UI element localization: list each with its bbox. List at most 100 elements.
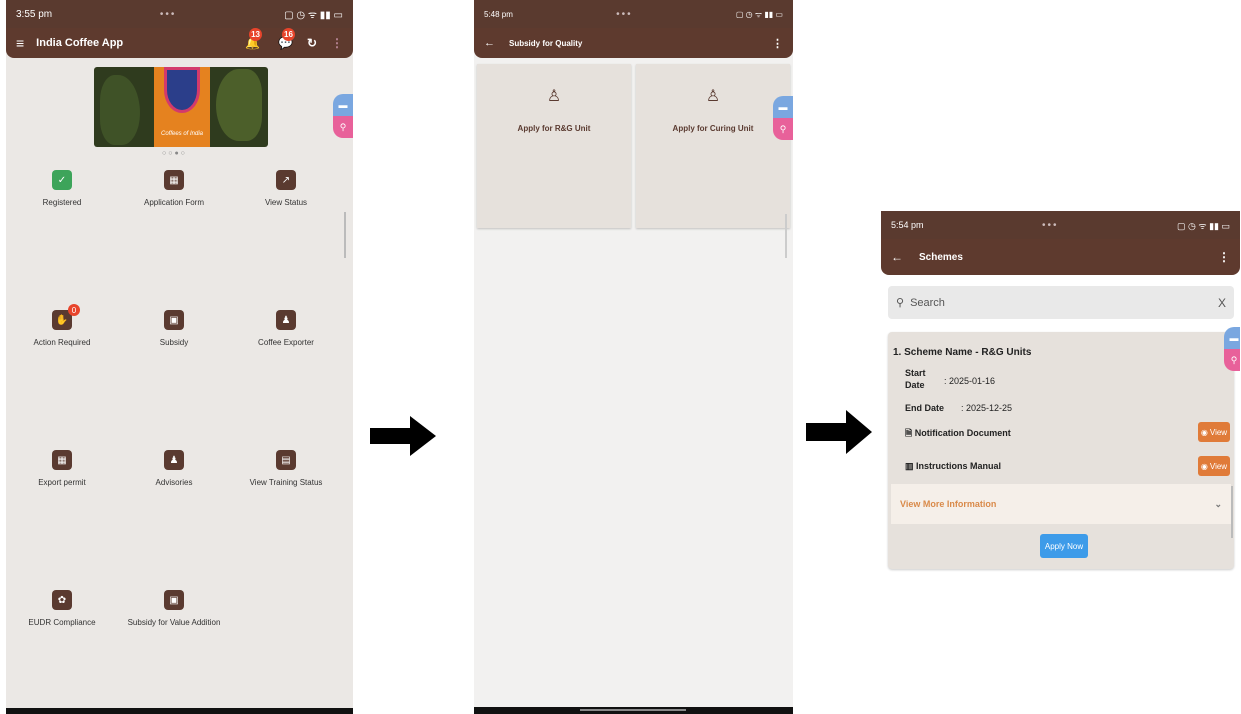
home-tile[interactable]: ♟ Advisories (118, 450, 230, 487)
view-label: View (1209, 461, 1228, 471)
status-dots: ••• (159, 8, 177, 20)
home-tile[interactable]: ▤ View Training Status (230, 450, 342, 487)
subsidy-screen: 5:48 pm ••• ▢ ◷ ᯤ ▮▮ ▭ ← Subsidy for Qua… (474, 0, 793, 714)
end-date-value: : 2025-12-25 (961, 403, 1013, 413)
home-tile[interactable]: ▣ Subsidy for Value Addition (118, 590, 230, 627)
menu-icon[interactable]: ≡ (16, 35, 24, 51)
more-options-icon[interactable]: ⋮ (331, 36, 343, 50)
view-more-label: View More Information (900, 499, 997, 509)
view-more-expander[interactable]: View More Information ⌄ (891, 484, 1231, 524)
tile-icon: ✿ (52, 590, 72, 610)
view-notification-button[interactable]: ◉ View (1198, 422, 1230, 442)
banner-image: Coffees of India (94, 67, 268, 147)
messages-count-badge: 16 (281, 28, 295, 41)
floating-actions: ▬ ⚲ (773, 96, 793, 140)
search-input[interactable]: Search (910, 297, 1218, 309)
home-tile[interactable]: ▦ Export permit (6, 450, 118, 487)
end-date-label: End Date (905, 403, 945, 413)
bottom-nav-bar (6, 708, 353, 714)
status-time: 5:48 pm (484, 9, 513, 19)
status-bar: 3:55 pm ••• ▢ ◷ ᯤ ▮▮ ▭ (6, 0, 353, 28)
tile-label: Action Required (33, 338, 91, 347)
tile-icon: ▣ (164, 310, 184, 330)
refresh-icon[interactable]: ↻ (307, 36, 317, 50)
tile-label: View Status (264, 198, 308, 207)
person-icon: ♙ (546, 88, 562, 105)
home-tile[interactable]: ▣ Subsidy (118, 310, 230, 347)
tile-icon: ▤ (276, 450, 296, 470)
tile-label: Subsidy for Value Addition (127, 618, 221, 627)
messages-icon[interactable]: 💬 16 (278, 28, 295, 50)
home-screen: 3:55 pm ••• ▢ ◷ ᯤ ▮▮ ▭ ≡ India Coffee Ap… (6, 0, 353, 714)
status-time: 3:55 pm (16, 8, 53, 20)
person-icon: ♙ (705, 88, 721, 105)
search-bar[interactable]: ⚲ Search X (888, 286, 1234, 319)
home-tile[interactable]: ♟ Coffee Exporter (230, 310, 342, 347)
search-fab-icon[interactable]: ⚲ (1224, 349, 1240, 371)
chat-fab-icon[interactable]: ▬ (1224, 327, 1240, 349)
start-date-value: : 2025-01-16 (944, 376, 996, 386)
back-arrow-icon[interactable]: ← (891, 250, 903, 264)
chat-fab-icon[interactable]: ▬ (773, 96, 793, 118)
book-icon: ▥ (905, 461, 914, 471)
app-bar: ← Subsidy for Quality ⋮ (474, 28, 793, 58)
bottom-nav-bar (474, 707, 793, 714)
scheme-name: 1. Scheme Name - R&G Units (893, 347, 1032, 358)
screen-title: Schemes (919, 251, 963, 263)
status-bar: 5:54 pm ••• ▢ ◷ ᯤ ▮▮ ▭ (881, 211, 1240, 239)
home-tile[interactable]: ✓ Registered (6, 170, 118, 207)
tile-label: Application Form (143, 198, 205, 207)
status-bar: 5:48 pm ••• ▢ ◷ ᯤ ▮▮ ▭ (474, 0, 793, 28)
home-tile[interactable]: ✋ 0 Action Required (6, 304, 118, 347)
floating-actions: ▬ ⚲ (333, 94, 353, 138)
instructions-manual-row: ▥ Instructions Manual (905, 461, 1001, 472)
notification-bell-icon[interactable]: 🔔 13 (245, 28, 263, 50)
scrollbar[interactable] (1231, 486, 1233, 538)
tile-label: Export permit (38, 478, 86, 487)
search-fab-icon[interactable]: ⚲ (333, 116, 353, 138)
search-fab-icon[interactable]: ⚲ (773, 118, 793, 140)
app-bar: ≡ India Coffee App 🔔 13 💬 16 ↻ ⋮ (6, 28, 353, 58)
carousel-dots[interactable]: ○○●○ (162, 150, 187, 157)
status-dots: ••• (616, 8, 633, 20)
view-instructions-button[interactable]: ◉ View (1198, 456, 1230, 476)
more-options-icon[interactable]: ⋮ (772, 37, 783, 50)
tile-icon: ▦ (52, 450, 72, 470)
tile-label: Coffee Exporter (258, 338, 314, 347)
home-tile[interactable]: ✿ EUDR Compliance (6, 590, 118, 627)
more-options-icon[interactable]: ⋮ (1218, 250, 1230, 264)
home-tile[interactable]: ▦ Application Form (118, 170, 230, 207)
action-count-badge: 0 (68, 304, 80, 316)
chat-fab-icon[interactable]: ▬ (333, 94, 353, 116)
app-title: India Coffee App (36, 37, 124, 49)
banner-art-panel: Coffees of India (154, 67, 210, 147)
floating-actions: ▬ ⚲ (1224, 327, 1240, 371)
apply-now-button[interactable]: Apply Now (1040, 534, 1088, 558)
banner-leaf-right (216, 69, 262, 141)
notification-document-row: 🗎 Notification Document (905, 426, 1011, 442)
clear-search-icon[interactable]: X (1218, 296, 1226, 310)
tile-icon: ▣ (164, 590, 184, 610)
document-icon: 🗎 (905, 428, 913, 438)
apply-curing-unit-card[interactable]: ♙ Apply for Curing Unit (636, 64, 790, 228)
back-arrow-icon[interactable]: ← (484, 37, 495, 49)
scrollbar[interactable] (785, 214, 787, 258)
home-indicator[interactable] (580, 709, 686, 711)
tile-label: EUDR Compliance (28, 618, 96, 627)
apply-rg-unit-card[interactable]: ♙ Apply for R&G Unit (477, 64, 631, 228)
eye-icon: ◉ (1200, 427, 1208, 437)
home-tile[interactable]: ↗ View Status (230, 170, 342, 207)
card-label: Apply for Curing Unit (672, 124, 754, 133)
flow-arrow-icon (370, 416, 436, 456)
notification-document-label: Notification Document (914, 428, 1011, 438)
status-icons: ▢ ◷ ᯤ ▮▮ ▭ (1177, 220, 1230, 231)
banner-leaf-left (100, 75, 140, 145)
eye-icon: ◉ (1200, 461, 1208, 471)
tile-label: Subsidy (159, 338, 189, 347)
scrollbar[interactable] (344, 212, 346, 258)
tile-icon: ♟ (164, 450, 184, 470)
tile-icon: ♟ (276, 310, 296, 330)
screen-title: Subsidy for Quality (509, 38, 583, 48)
instructions-manual-label: Instructions Manual (916, 461, 1002, 471)
tile-icon: ✓ (52, 170, 72, 190)
